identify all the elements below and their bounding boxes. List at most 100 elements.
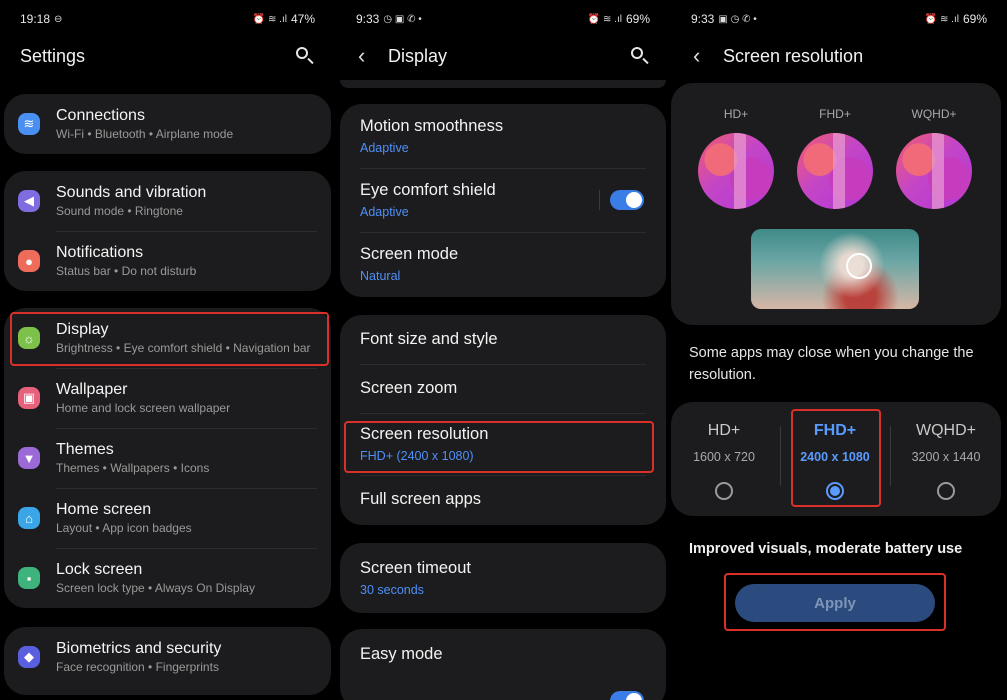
status-bar: 9:33 ◷ ▣ ✆ • ⏰ ≋ .ıl 69% [336, 0, 670, 38]
divider [360, 232, 646, 233]
item-title: Themes [56, 441, 114, 458]
easy-mode-group: Easy mode [340, 629, 666, 700]
item-title: Connections [56, 107, 145, 124]
option-separator [890, 426, 891, 486]
status-notification-icons: ◷ ▣ ✆ • [383, 13, 422, 25]
item-title: Lock screen [56, 561, 143, 578]
motion-smoothness-item[interactable]: Motion smoothness Adaptive [340, 104, 666, 168]
divider [56, 368, 317, 369]
status-bar: 19:18 ⊖ ⏰ ≋ .ıl 47% [0, 0, 335, 38]
resolution-appbar: ‹ Screen resolution [671, 38, 1007, 74]
font-group: Font size and style Screen zoom Screen r… [340, 315, 666, 525]
preview-label-wqhd: WQHD+ [911, 107, 957, 121]
settings-item-connections[interactable]: ≋ Connections Wi-Fi • Bluetooth • Airplane… [4, 94, 331, 154]
item-title: Font size and style [360, 330, 498, 348]
option-wqhd[interactable]: WQHD+ 3200 x 1440 [896, 402, 996, 516]
radio-hd[interactable] [715, 482, 733, 500]
settings-item-biometrics-and-security[interactable]: ◆ Biometrics and security Face recognition… [4, 627, 331, 687]
settings-item-display[interactable]: ☼ Display Brightness • Eye comfort shield … [4, 308, 331, 368]
item-subtitle: Layout • App icon badges [56, 521, 192, 535]
notification-icon: ● [18, 250, 40, 272]
easy-mode-item[interactable]: Easy mode [340, 629, 666, 679]
item-title: Biometrics and security [56, 640, 222, 657]
settings-item-themes[interactable]: ▼ Themes Themes • Wallpapers • Icons [4, 428, 331, 488]
divider [360, 168, 646, 169]
screen-mode-item[interactable]: Screen mode Natural [340, 232, 666, 296]
option-size: 3200 x 1440 [911, 450, 981, 464]
item-value: Natural [360, 269, 401, 283]
search-button[interactable] [293, 44, 317, 68]
eye-comfort-toggle[interactable] [610, 190, 644, 210]
settings-appbar: Settings [0, 38, 335, 74]
item-subtitle: Sound mode • Ringtone [56, 204, 183, 218]
full-screen-apps-item[interactable]: Full screen apps [340, 475, 666, 524]
radio-fhd[interactable] [826, 482, 844, 500]
item-title: Home screen [56, 501, 152, 518]
item-subtitle: Wi-Fi • Bluetooth • Airplane mode [56, 127, 234, 141]
wifi-icon: ≋ [18, 113, 40, 135]
back-icon[interactable]: ‹ [693, 45, 723, 67]
preview-zoom-wqhd [896, 133, 972, 209]
divider [360, 413, 646, 414]
item-value: Adaptive [360, 141, 409, 155]
settings-group: ☼ Display Brightness • Eye comfort shield … [4, 308, 331, 608]
apply-button[interactable]: Apply [735, 584, 935, 622]
item-subtitle: Home and lock screen wallpaper [56, 401, 231, 415]
screen-resolution-panel: 9:33 ▣ ◷ ✆ • ⏰ ≋ .ıl 69% ‹ Screen resolu… [671, 0, 1007, 700]
status-dnd-icon: ⊖ [54, 13, 63, 25]
status-signal-icon: ⏰ ≋ .ıl [924, 13, 959, 25]
status-time: 19:18 [20, 12, 51, 26]
font-size-item[interactable]: Font size and style [340, 315, 666, 364]
settings-group: ◆ Biometrics and security Face recognition… [4, 627, 331, 695]
divider [360, 475, 646, 476]
status-battery: 69% [962, 12, 987, 26]
screen-resolution-item[interactable]: Screen resolution FHD+ (2400 x 1080) [340, 413, 666, 475]
option-fhd[interactable]: FHD+ 2400 x 1080 [785, 402, 885, 516]
item-subtitle: Face recognition • Fingerprints [56, 660, 219, 674]
divider [56, 548, 317, 549]
item-title: Screen zoom [360, 379, 458, 397]
radio-wqhd[interactable] [937, 482, 955, 500]
status-battery: 47% [290, 12, 315, 26]
divider [360, 364, 646, 365]
option-name: FHD+ [813, 422, 857, 439]
display-appbar: ‹ Display [336, 38, 670, 74]
settings-item-sounds-and-vibration[interactable]: ◀ Sounds and vibration Sound mode • Ringto… [4, 171, 331, 231]
settings-group: ◀ Sounds and vibration Sound mode • Ringto… [4, 171, 331, 291]
settings-item-home-screen[interactable]: ⌂ Home screen Layout • App icon badges [4, 488, 331, 548]
option-size: 2400 x 1080 [800, 450, 870, 464]
option-size: 1600 x 720 [693, 450, 755, 464]
option-name: HD+ [707, 422, 741, 439]
timeout-group: Screen timeout 30 seconds [340, 543, 666, 613]
toggle-separator [599, 190, 600, 210]
item-subtitle: Status bar • Do not disturb [56, 264, 197, 278]
item-title: Sounds and vibration [56, 184, 207, 201]
status-signal-icon: ⏰ ≋ .ıl [587, 13, 622, 25]
speaker-icon: ◀ [18, 190, 40, 212]
screen-timeout-item[interactable]: Screen timeout 30 seconds [340, 543, 666, 613]
screen-zoom-item[interactable]: Screen zoom [340, 364, 666, 413]
item-title: Screen mode [360, 245, 459, 263]
settings-item-wallpaper[interactable]: ▣ Wallpaper Home and lock screen wallpaper [4, 368, 331, 428]
preview-zoom-hd [698, 133, 774, 209]
settings-item-notifications[interactable]: ● Notifications Status bar • Do not distur… [4, 231, 331, 291]
page-title: Settings [20, 45, 86, 66]
item-title: Screen resolution [360, 425, 489, 443]
item-title: Screen timeout [360, 559, 471, 577]
status-bar: 9:33 ▣ ◷ ✆ • ⏰ ≋ .ıl 69% [671, 0, 1007, 38]
display-panel: 9:33 ◷ ▣ ✆ • ⏰ ≋ .ıl 69% ‹ Display Motio… [336, 0, 670, 700]
image-icon: ▣ [18, 387, 40, 409]
preview-label-hd: HD+ [723, 107, 749, 121]
status-battery: 69% [625, 12, 650, 26]
preview-image [751, 229, 919, 309]
eye-comfort-item[interactable]: Eye comfort shield Adaptive [340, 168, 666, 232]
option-separator [780, 426, 781, 486]
search-button[interactable] [628, 44, 652, 68]
settings-item-lock-screen[interactable]: ▪ Lock screen Screen lock type • Always On… [4, 548, 331, 608]
item-subtitle: Brightness • Eye comfort shield • Naviga… [56, 341, 311, 355]
item-title: Motion smoothness [360, 117, 504, 135]
option-hd[interactable]: HD+ 1600 x 720 [674, 402, 774, 516]
partial-toggle[interactable] [610, 691, 644, 700]
back-icon[interactable]: ‹ [358, 45, 388, 67]
item-title: Notifications [56, 244, 144, 261]
